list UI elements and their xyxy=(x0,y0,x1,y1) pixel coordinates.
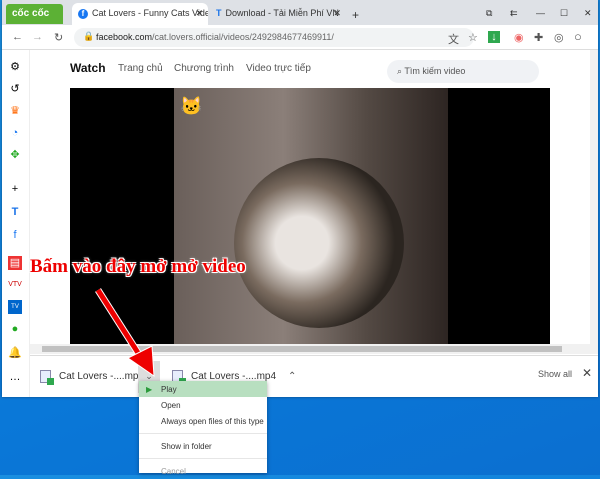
annotation-arrow xyxy=(95,288,155,378)
